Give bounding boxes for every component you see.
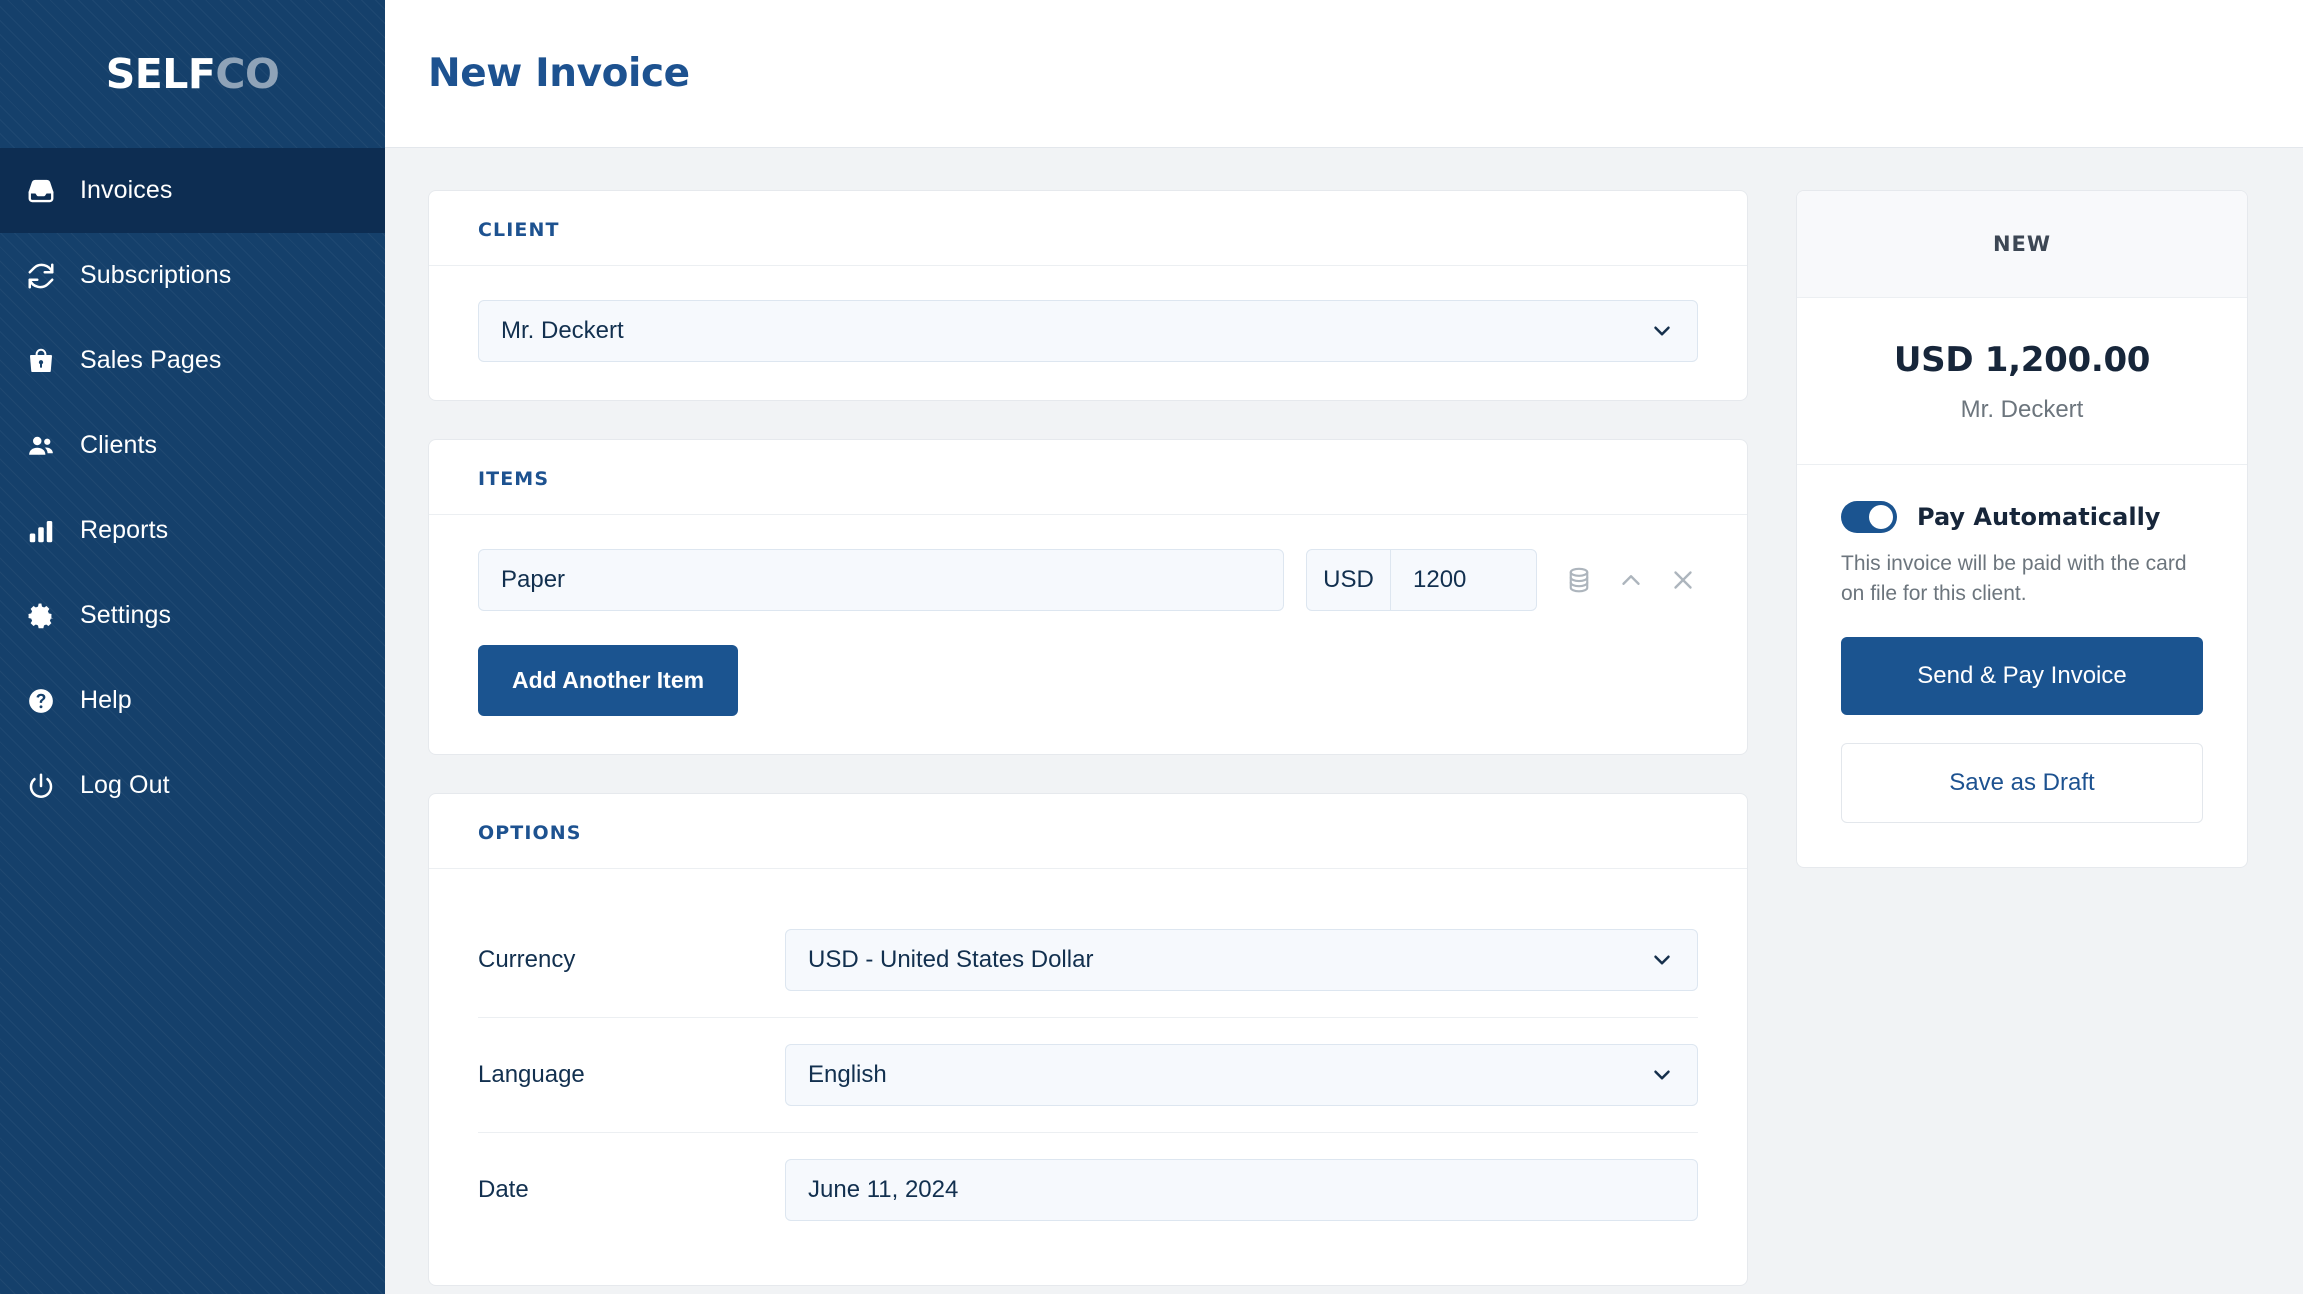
shopping-bag-icon [26,346,72,376]
language-label: Language [478,1061,585,1088]
close-icon[interactable] [1668,565,1698,595]
summary-actions-block: Pay Automatically This invoice will be p… [1797,465,2247,867]
currency-select[interactable]: USD - United States Dollar [785,929,1698,991]
item-amount-input[interactable]: 1200 [1391,550,1536,610]
language-select-value: English [808,1061,887,1088]
sidebar-item-label: Reports [80,516,169,544]
options-card-body: Currency USD - United States Dollar Lang… [429,869,1747,1285]
chevron-down-icon [1649,318,1675,344]
brand-logo[interactable]: SELFCO [0,0,385,148]
item-actions [1564,565,1698,595]
summary-amount-block: USD 1,200.00 Mr. Deckert [1797,298,2247,465]
currency-select-value: USD - United States Dollar [808,946,1094,973]
brand-name-primary: SELF [105,50,216,98]
sidebar-item-subscriptions[interactable]: Subscriptions [0,233,385,318]
language-select[interactable]: English [785,1044,1698,1106]
pay-automatically-description: This invoice will be paid with the card … [1841,552,2187,605]
power-icon [26,771,72,801]
summary-client-name: Mr. Deckert [1960,396,2084,423]
client-card: CLIENT Mr. Deckert [428,190,1748,401]
pay-automatically-toggle[interactable] [1841,501,1897,533]
client-card-body: Mr. Deckert [429,266,1747,400]
chevron-up-icon[interactable] [1616,565,1646,595]
client-section-title: CLIENT [478,219,560,241]
main-area: New Invoice CLIENT Mr. Deckert ITEMS Pap… [385,0,2303,1294]
chevron-down-icon [1649,1062,1675,1088]
content-area: CLIENT Mr. Deckert ITEMS Paper USD 1200 … [385,148,2303,1294]
gear-icon [26,601,72,631]
refresh-icon [26,261,72,291]
sidebar-item-help[interactable]: Help [0,658,385,743]
status-badge: NEW [1797,191,2247,298]
item-currency-label: USD [1307,550,1391,610]
database-icon[interactable] [1564,565,1594,595]
chevron-down-icon [1649,947,1675,973]
options-card-header: OPTIONS [429,794,1747,869]
sidebar-item-label: Help [80,686,132,714]
add-another-item-button[interactable]: Add Another Item [478,645,739,716]
currency-label: Currency [478,946,576,973]
sidebar-item-label: Log Out [80,771,170,799]
items-section-title: ITEMS [478,468,550,490]
items-card-header: ITEMS [429,440,1747,515]
sidebar-nav: Invoices Subscriptions Sales Pages Clien… [0,148,385,828]
sidebar-item-label: Sales Pages [80,346,222,374]
brand-name-secondary: CO [215,50,280,98]
sidebar-item-label: Subscriptions [80,261,232,289]
page-title: New Invoice [428,51,690,96]
sidebar-item-clients[interactable]: Clients [0,403,385,488]
sidebar-item-settings[interactable]: Settings [0,573,385,658]
options-section-title: OPTIONS [478,822,582,844]
client-card-header: CLIENT [429,191,1747,266]
toggle-knob [1869,505,1893,529]
items-card: ITEMS Paper USD 1200 Add Another Item [428,439,1748,755]
options-card: OPTIONS Currency USD - United States Dol… [428,793,1748,1286]
sidebar: SELFCO Invoices Subscriptions Sales Page… [0,0,385,1294]
sidebar-item-reports[interactable]: Reports [0,488,385,573]
pay-automatically-label: Pay Automatically [1917,503,2161,531]
item-row: Paper USD 1200 [478,549,1698,611]
people-icon [26,431,72,461]
summary-column: NEW USD 1,200.00 Mr. Deckert Pay Automat… [1796,190,2248,1294]
date-label: Date [478,1176,529,1203]
sidebar-item-log-out[interactable]: Log Out [0,743,385,828]
client-select-value: Mr. Deckert [501,317,624,344]
app-root: SELFCO Invoices Subscriptions Sales Page… [0,0,2303,1294]
save-as-draft-button[interactable]: Save as Draft [1841,742,2203,823]
items-card-body: Paper USD 1200 Add Another Item [429,515,1747,754]
item-description-input[interactable]: Paper [478,549,1284,611]
sidebar-item-sales-pages[interactable]: Sales Pages [0,318,385,403]
client-select[interactable]: Mr. Deckert [478,300,1698,362]
page-header: New Invoice [385,0,2303,148]
send-and-pay-invoice-button[interactable]: Send & Pay Invoice [1841,636,2203,715]
date-input[interactable]: June 11, 2024 [785,1159,1698,1221]
summary-total-amount: USD 1,200.00 [1893,340,2151,380]
sidebar-item-label: Clients [80,431,158,459]
pay-automatically-row: Pay Automatically [1841,501,2203,533]
option-row-language: Language English [478,1018,1698,1133]
option-row-date: Date June 11, 2024 [478,1133,1698,1247]
sidebar-item-label: Invoices [80,176,173,204]
question-circle-icon [26,686,72,716]
sidebar-item-label: Settings [80,601,172,629]
invoice-summary-card: NEW USD 1,200.00 Mr. Deckert Pay Automat… [1796,190,2248,868]
bar-chart-icon [26,516,72,546]
item-amount-group: USD 1200 [1306,549,1537,611]
form-column: CLIENT Mr. Deckert ITEMS Paper USD 1200 … [428,190,1748,1294]
inbox-icon [26,176,72,206]
item-description-value: Paper [501,566,566,593]
option-row-currency: Currency USD - United States Dollar [478,903,1698,1018]
date-value: June 11, 2024 [808,1176,959,1203]
sidebar-item-invoices[interactable]: Invoices [0,148,385,233]
